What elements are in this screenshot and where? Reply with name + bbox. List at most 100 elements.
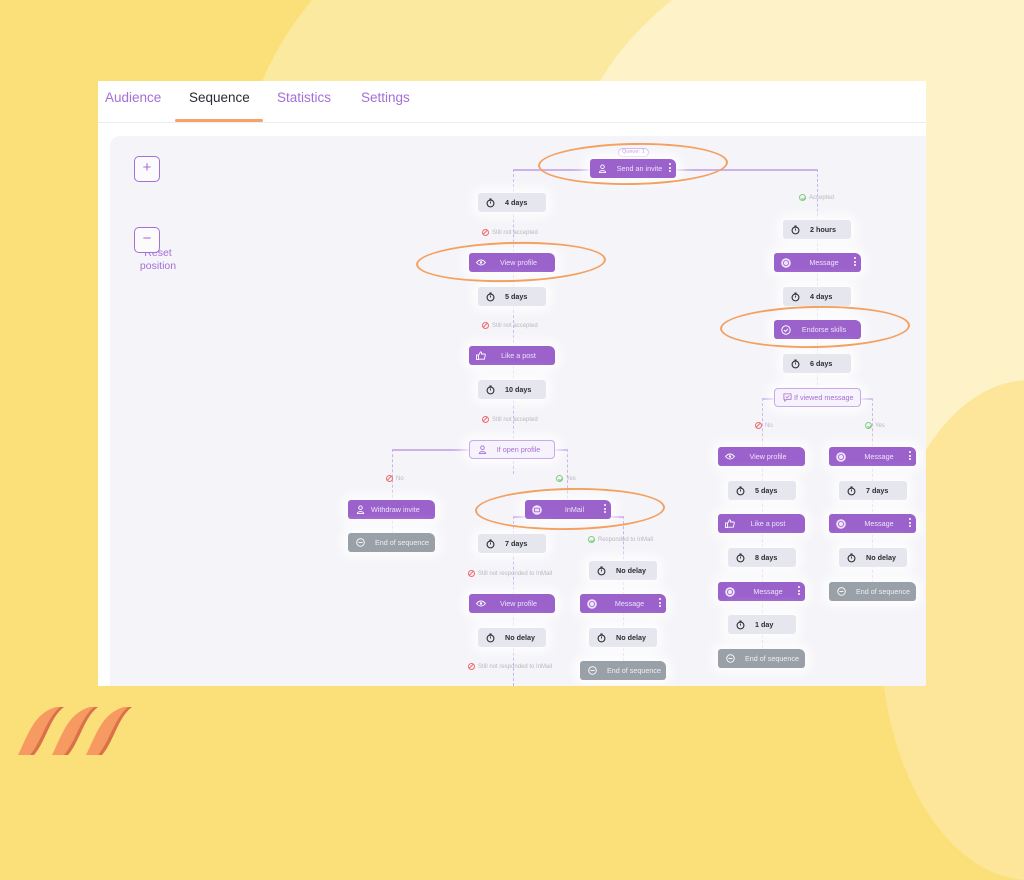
yes-icon — [865, 422, 872, 429]
more-options-icon[interactable] — [909, 451, 911, 460]
stopwatch-icon — [596, 566, 606, 576]
message-icon — [725, 586, 735, 597]
thumbs-up-icon — [476, 351, 486, 361]
not-responded-icon — [468, 663, 475, 670]
condition-tag: Still not accepted — [482, 322, 538, 329]
condition-if-open-profile[interactable]: If open profile — [469, 440, 555, 459]
person-icon — [355, 505, 365, 515]
tab-bar: Audience Sequence Statistics Settings — [98, 81, 926, 123]
more-options-icon[interactable] — [798, 586, 800, 595]
not-responded-icon — [468, 570, 475, 577]
eye-icon — [476, 258, 486, 268]
node-message[interactable]: Message — [829, 514, 916, 533]
node-end-of-sequence[interactable]: End of sequence — [348, 533, 435, 552]
message-icon — [836, 451, 846, 462]
yes-tag: Yes — [556, 475, 576, 482]
condition-tag: Still not responded to InMail — [468, 570, 552, 577]
chat-check-icon — [782, 393, 792, 403]
minus-circle-icon — [355, 538, 365, 548]
logo-stroke — [86, 707, 132, 755]
delay-node[interactable]: No delay — [478, 628, 546, 647]
no-icon — [755, 422, 762, 429]
app-window: Audience Sequence Statistics Settings + … — [98, 81, 926, 686]
node-message[interactable]: Message — [829, 447, 916, 466]
yes-icon — [556, 475, 563, 482]
message-icon — [781, 257, 791, 268]
node-end-of-sequence[interactable]: End of sequence — [580, 661, 666, 680]
delay-node[interactable]: 4 days — [478, 193, 546, 212]
eye-icon — [476, 599, 486, 609]
minus-circle-icon — [725, 654, 735, 664]
no-icon — [386, 475, 393, 482]
stopwatch-icon — [735, 553, 745, 563]
node-send-invite[interactable]: Send an invite — [590, 159, 676, 178]
no-tag: No — [386, 475, 404, 482]
more-options-icon[interactable] — [909, 518, 911, 527]
delay-node[interactable]: 7 days — [839, 481, 907, 500]
thumbs-up-icon — [725, 519, 735, 529]
minus-circle-icon — [587, 666, 597, 676]
person-icon — [477, 445, 487, 455]
stopwatch-icon — [790, 292, 800, 302]
sequence-canvas[interactable]: + Reset position − Queue: 1 Send an invi… — [110, 136, 926, 686]
check-circle-icon — [781, 324, 791, 335]
brand-logo — [18, 707, 132, 755]
stopwatch-icon — [846, 553, 856, 563]
node-end-of-sequence[interactable]: End of sequence — [718, 649, 805, 668]
accepted-icon — [799, 194, 806, 201]
node-view-profile[interactable]: View profile — [718, 447, 805, 466]
stopwatch-icon — [485, 539, 495, 549]
tab-sequence[interactable]: Sequence — [189, 90, 250, 105]
more-options-icon[interactable] — [669, 163, 671, 172]
minus-circle-icon — [836, 587, 846, 597]
zoom-out-button[interactable]: − — [134, 227, 160, 253]
node-end-of-sequence[interactable]: End of sequence — [829, 582, 916, 601]
stopwatch-icon — [735, 486, 745, 496]
delay-node[interactable]: 5 days — [478, 287, 546, 306]
condition-tag: Still not accepted — [482, 229, 538, 236]
node-inmail[interactable]: InMail — [525, 500, 611, 519]
stopwatch-icon — [485, 292, 495, 302]
delay-node[interactable]: 10 days — [478, 380, 546, 399]
more-options-icon[interactable] — [659, 598, 661, 607]
node-view-profile[interactable]: View profile — [469, 594, 555, 613]
delay-node[interactable]: 7 days — [478, 534, 546, 553]
condition-if-viewed-message[interactable]: If viewed message — [774, 388, 861, 407]
tab-settings[interactable]: Settings — [361, 90, 410, 105]
eye-icon — [725, 452, 735, 462]
tab-statistics[interactable]: Statistics — [277, 90, 331, 105]
stopwatch-icon — [485, 633, 495, 643]
inmail-icon — [532, 504, 542, 515]
node-message[interactable]: Message — [718, 582, 805, 601]
delay-node[interactable]: 5 days — [728, 481, 796, 500]
node-view-profile[interactable]: View profile — [469, 253, 555, 272]
delay-node[interactable]: No delay — [589, 628, 657, 647]
node-message[interactable]: Message — [580, 594, 666, 613]
yes-tag: Yes — [865, 422, 885, 429]
stopwatch-icon — [485, 385, 495, 395]
not-accepted-icon — [482, 416, 489, 423]
node-message[interactable]: Message — [774, 253, 861, 272]
person-icon — [597, 164, 607, 174]
delay-node[interactable]: No delay — [839, 548, 907, 567]
stopwatch-icon — [790, 225, 800, 235]
zoom-in-button[interactable]: + — [134, 156, 160, 182]
no-tag: No — [755, 422, 773, 429]
node-endorse-skills[interactable]: Endorse skills — [774, 320, 861, 339]
delay-node[interactable]: No delay — [589, 561, 657, 580]
reset-label-line2: position — [139, 260, 177, 272]
message-icon — [587, 598, 597, 609]
delay-node[interactable]: 2 hours — [783, 220, 851, 239]
delay-node[interactable]: 6 days — [783, 354, 851, 373]
more-options-icon[interactable] — [854, 257, 856, 266]
node-like-post[interactable]: Like a post — [718, 514, 805, 533]
node-like-post[interactable]: Like a post — [469, 346, 555, 365]
delay-node[interactable]: 8 days — [728, 548, 796, 567]
tab-audience[interactable]: Audience — [105, 90, 161, 105]
active-tab-indicator — [175, 119, 263, 122]
more-options-icon[interactable] — [604, 504, 606, 513]
delay-node[interactable]: 1 day — [728, 615, 796, 634]
condition-tag: Still not accepted — [482, 416, 538, 423]
node-withdraw-invite[interactable]: Withdraw invite — [348, 500, 435, 519]
delay-node[interactable]: 4 days — [783, 287, 851, 306]
